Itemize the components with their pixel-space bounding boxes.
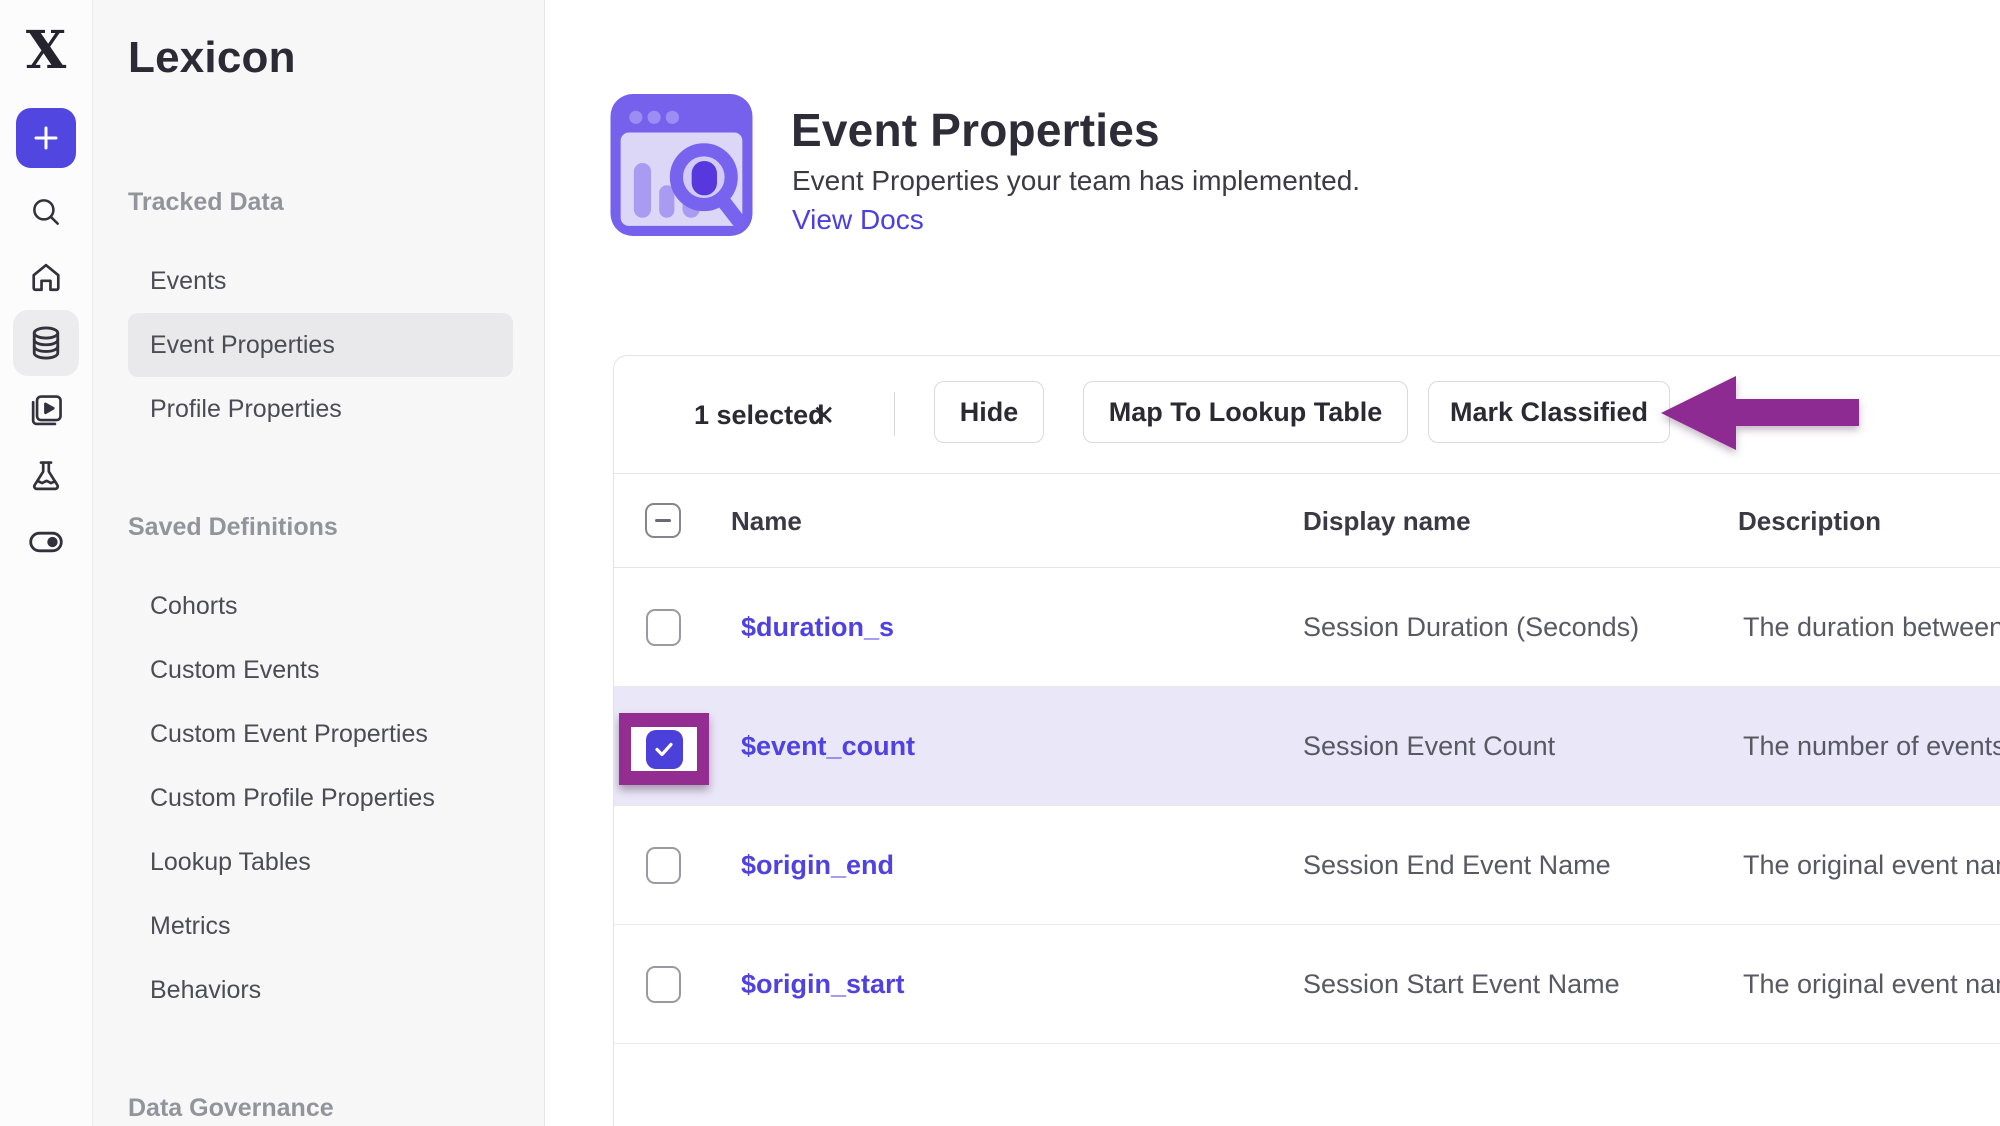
property-name-link[interactable]: $origin_start bbox=[741, 925, 905, 1044]
table-row[interactable]: $origin_start Session Start Event Name T… bbox=[614, 925, 2000, 1044]
map-to-lookup-table-button[interactable]: Map To Lookup Table bbox=[1083, 381, 1408, 443]
page-subtitle: Event Properties your team has implement… bbox=[792, 165, 1360, 197]
property-display-name: Session Start Event Name bbox=[1303, 925, 1620, 1044]
database-icon[interactable] bbox=[0, 319, 92, 367]
property-description: The number of events bbox=[1743, 687, 2000, 806]
section-saved-definitions: Saved Definitions bbox=[128, 513, 338, 542]
select-all-checkbox[interactable] bbox=[645, 503, 681, 538]
clear-selection-icon[interactable]: ✕ bbox=[812, 356, 835, 474]
sidebar-item-custom-profile-properties[interactable]: Custom Profile Properties bbox=[150, 784, 435, 813]
table-row[interactable]: $origin_end Session End Event Name The o… bbox=[614, 806, 2000, 925]
toggle-icon[interactable] bbox=[0, 518, 92, 566]
selected-count-label: 1 selected bbox=[694, 356, 825, 474]
row-checkbox[interactable] bbox=[646, 609, 681, 646]
column-header-name[interactable]: Name bbox=[731, 474, 802, 568]
hide-button[interactable]: Hide bbox=[934, 381, 1044, 443]
property-name-link[interactable]: $origin_end bbox=[741, 806, 894, 925]
column-header-display-name[interactable]: Display name bbox=[1303, 474, 1471, 568]
section-tracked-data: Tracked Data bbox=[128, 188, 284, 217]
sidebar-item-cohorts[interactable]: Cohorts bbox=[150, 592, 238, 621]
event-properties-app-icon bbox=[610, 94, 753, 241]
home-icon[interactable] bbox=[0, 254, 92, 302]
boards-icon[interactable] bbox=[0, 386, 92, 434]
sidebar-item-profile-properties[interactable]: Profile Properties bbox=[150, 395, 342, 424]
sidebar-title: Lexicon bbox=[128, 33, 296, 83]
sidebar-item-events[interactable]: Events bbox=[150, 267, 226, 296]
row-checkbox[interactable] bbox=[646, 966, 681, 1003]
create-button[interactable] bbox=[16, 108, 76, 168]
sidebar-item-custom-events[interactable]: Custom Events bbox=[150, 656, 320, 685]
view-docs-link[interactable]: View Docs bbox=[792, 204, 924, 236]
property-display-name: Session Event Count bbox=[1303, 687, 1555, 806]
main-content: Event Properties Event Properties your t… bbox=[545, 0, 2000, 1126]
row-checkbox-checked[interactable] bbox=[646, 730, 683, 769]
lexicon-page: X bbox=[0, 0, 2000, 1126]
plus-icon bbox=[29, 121, 63, 155]
section-data-governance: Data Governance bbox=[128, 1094, 334, 1123]
mark-classified-button[interactable]: Mark Classified bbox=[1428, 381, 1670, 443]
sidebar-item-custom-event-properties[interactable]: Custom Event Properties bbox=[150, 720, 428, 749]
table-header-row: Name Display name Description bbox=[614, 474, 2000, 568]
toolbar-divider bbox=[894, 392, 895, 436]
sidebar-item-lookup-tables[interactable]: Lookup Tables bbox=[150, 848, 311, 877]
property-name-link[interactable]: $event_count bbox=[741, 687, 915, 806]
lexicon-sidebar: Lexicon Tracked Data Events Event Proper… bbox=[93, 0, 545, 1126]
property-display-name: Session End Event Name bbox=[1303, 806, 1611, 925]
table-row-selected[interactable]: $event_count Session Event Count The num… bbox=[614, 687, 2000, 806]
property-description: The original event nam bbox=[1743, 806, 2000, 925]
table-row[interactable]: $duration_s Session Duration (Seconds) T… bbox=[614, 568, 2000, 687]
annotation-highlight-box bbox=[619, 713, 709, 785]
icon-rail: X bbox=[0, 0, 93, 1126]
property-name-link[interactable]: $duration_s bbox=[741, 568, 894, 687]
property-display-name: Session Duration (Seconds) bbox=[1303, 568, 1639, 687]
sidebar-item-metrics[interactable]: Metrics bbox=[150, 912, 231, 941]
property-description: The original event nam bbox=[1743, 925, 2000, 1044]
sidebar-item-behaviors[interactable]: Behaviors bbox=[150, 976, 261, 1005]
flask-icon[interactable] bbox=[0, 452, 92, 500]
property-description: The duration between bbox=[1743, 568, 2000, 687]
event-properties-table-card: 1 selected ✕ Hide Map To Lookup Table Ma… bbox=[613, 355, 2000, 1126]
selection-toolbar: 1 selected ✕ Hide Map To Lookup Table Ma… bbox=[614, 356, 2000, 474]
check-icon bbox=[652, 737, 676, 761]
search-icon[interactable] bbox=[0, 188, 92, 236]
annotation-arrow-icon bbox=[1656, 371, 1866, 461]
page-title: Event Properties bbox=[791, 103, 1160, 157]
row-checkbox[interactable] bbox=[646, 847, 681, 884]
mixpanel-logo-icon[interactable]: X bbox=[0, 22, 92, 78]
column-header-description[interactable]: Description bbox=[1738, 474, 1881, 568]
sidebar-item-event-properties[interactable]: Event Properties bbox=[150, 331, 335, 360]
